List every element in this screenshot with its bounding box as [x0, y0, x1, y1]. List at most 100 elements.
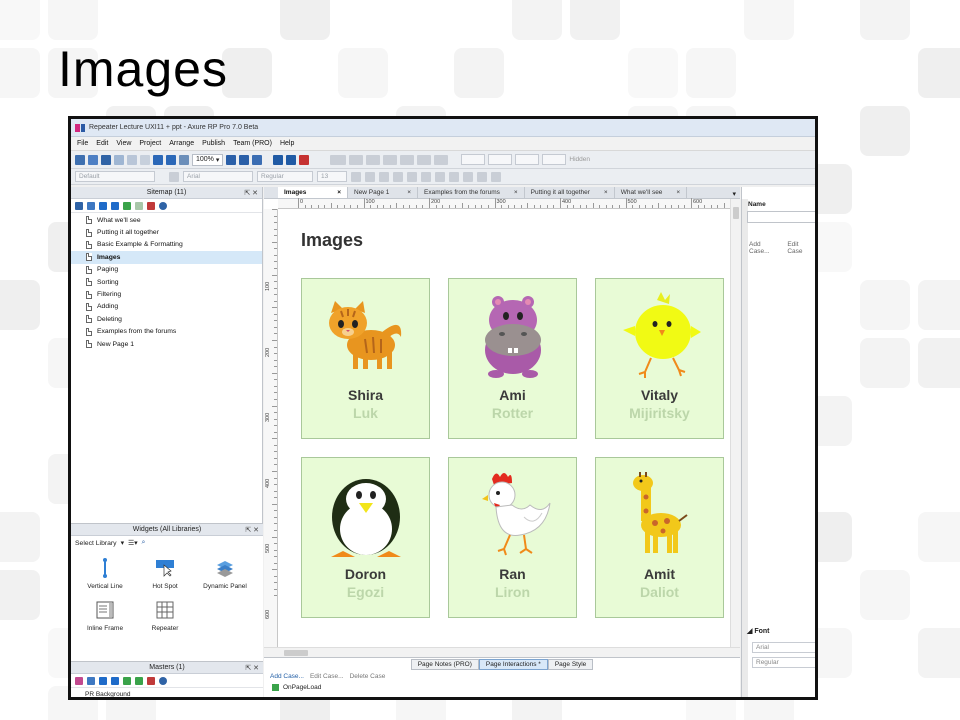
size-select[interactable]: 13 — [317, 171, 347, 182]
tab-list-icon[interactable]: ▾ — [732, 190, 740, 198]
width-field[interactable] — [515, 154, 540, 165]
add-page-icon[interactable] — [75, 201, 83, 210]
add-case-link[interactable]: Add Case... — [749, 241, 782, 255]
menu-item-publish[interactable]: Publish — [202, 140, 225, 147]
add-folder-icon[interactable] — [87, 201, 95, 210]
menu-item-arrange[interactable]: Arrange — [169, 140, 194, 147]
close-icon[interactable]: × — [407, 189, 411, 196]
widget-hot-spot[interactable]: Hot Spot — [135, 558, 195, 590]
properties-tab-page-style[interactable]: Page Style — [547, 659, 594, 670]
close-icon[interactable]: × — [514, 189, 518, 196]
search-icon[interactable] — [159, 201, 167, 210]
menu-item-file[interactable]: File — [77, 140, 88, 147]
menu-item-view[interactable]: View — [116, 140, 131, 147]
align-icon[interactable] — [417, 154, 432, 165]
sitemap-item[interactable]: What we'll see — [71, 214, 262, 226]
sitemap-item[interactable]: Putting it all together — [71, 226, 262, 238]
person-card[interactable]: Doron Egozi — [301, 457, 430, 618]
style-select[interactable]: Default — [75, 171, 155, 182]
style-edit-icon[interactable] — [169, 171, 179, 182]
master-item[interactable]: PR Background — [71, 688, 263, 697]
connector-icon[interactable] — [252, 154, 263, 165]
font-select[interactable]: Arial — [183, 171, 253, 182]
widget-repeater[interactable]: Repeater — [135, 600, 195, 632]
copy-icon[interactable] — [127, 154, 137, 165]
select-intersected-icon[interactable] — [226, 154, 237, 165]
library-select[interactable]: Select Library ▾ ☰▾ ⌕ — [71, 536, 263, 550]
paste-icon[interactable] — [140, 154, 150, 165]
move-up-icon[interactable] — [99, 676, 107, 685]
sitemap-item[interactable]: Examples from the forums — [71, 326, 262, 338]
undo-icon[interactable] — [153, 154, 163, 165]
delete-case-link[interactable]: Delete Case — [350, 673, 386, 680]
publish-icon[interactable] — [286, 154, 297, 165]
person-card[interactable]: Ran Liron — [448, 457, 577, 618]
valign-bottom-icon[interactable] — [491, 171, 501, 182]
menu-item-edit[interactable]: Edit — [96, 140, 108, 147]
distribute-icon[interactable] — [434, 154, 449, 165]
indent-icon[interactable] — [123, 201, 131, 210]
menu-item-help[interactable]: Help — [280, 140, 294, 147]
indent-icon[interactable] — [123, 676, 131, 685]
x-field[interactable] — [461, 154, 486, 165]
weight-select[interactable]: Regular — [257, 171, 313, 182]
vertical-scrollbar[interactable] — [730, 199, 740, 647]
menu-item-team-pro[interactable]: Team (PRO) — [233, 140, 272, 147]
menu-icon[interactable]: ☰▾ — [128, 539, 138, 547]
widget-inline-frame[interactable]: Inline Frame — [75, 600, 135, 632]
select-contained-icon[interactable] — [239, 154, 250, 165]
valign-middle-icon[interactable] — [477, 171, 487, 182]
valign-top-icon[interactable] — [463, 171, 473, 182]
close-icon[interactable]: × — [676, 189, 680, 196]
cut-icon[interactable] — [114, 154, 124, 165]
sitemap-item[interactable]: Paging — [71, 264, 262, 276]
properties-tab-page-notes-pro[interactable]: Page Notes (PRO) — [410, 659, 479, 670]
redo-icon[interactable] — [166, 154, 176, 165]
line-color-icon[interactable] — [349, 154, 364, 165]
font-color-icon[interactable] — [393, 171, 403, 182]
edit-case-link[interactable]: Edit Case... — [310, 673, 344, 680]
horizontal-scrollbar[interactable] — [264, 647, 740, 657]
line-width-icon[interactable] — [366, 154, 381, 165]
close-icon[interactable]: × — [604, 189, 608, 196]
scroll-thumb[interactable] — [733, 207, 739, 219]
move-down-icon[interactable] — [111, 676, 119, 685]
align-left-icon[interactable] — [421, 171, 431, 182]
event-row[interactable]: OnPageLoad — [264, 682, 740, 692]
design-canvas[interactable]: Images Shira Luk Ami Rotter Vitaly Mijiritsky… — [279, 210, 730, 647]
close-icon[interactable]: × — [337, 189, 341, 196]
properties-tab-page-interactions[interactable]: Page Interactions * — [478, 659, 548, 670]
search-icon[interactable] — [159, 676, 167, 685]
menu-item-project[interactable]: Project — [139, 140, 161, 147]
person-card[interactable]: Ami Rotter — [448, 278, 577, 439]
y-field[interactable] — [488, 154, 513, 165]
delete-master-icon[interactable] — [147, 676, 155, 685]
panel-controls-icon[interactable]: ⇱ ✕ — [244, 189, 258, 197]
font-section-header[interactable]: ◢ Font — [747, 627, 770, 635]
sitemap-item[interactable]: Filtering — [71, 288, 262, 300]
font-weight-select[interactable]: Regular — [752, 657, 815, 668]
tab-images[interactable]: Images × — [278, 187, 348, 198]
bold-icon[interactable] — [351, 171, 361, 182]
search-icon[interactable]: ⌕ — [142, 539, 146, 547]
height-field[interactable] — [542, 154, 567, 165]
tab-examples-from-the-forums[interactable]: Examples from the forums × — [418, 187, 525, 198]
inspector-scrollbar[interactable] — [742, 199, 748, 697]
person-card[interactable]: Shira Luk — [301, 278, 430, 439]
add-folder-icon[interactable] — [87, 676, 95, 685]
preview-icon[interactable] — [273, 154, 284, 165]
delete-page-icon[interactable] — [147, 201, 155, 210]
fill-color-icon[interactable] — [330, 154, 347, 165]
panel-controls-icon[interactable]: ⇱ ✕ — [245, 526, 259, 534]
sitemap-item[interactable]: Adding — [71, 301, 262, 313]
outdent-icon[interactable] — [135, 676, 143, 685]
name-input[interactable] — [747, 211, 815, 223]
widget-vertical-line[interactable]: Vertical Line — [75, 558, 135, 590]
italic-icon[interactable] — [365, 171, 375, 182]
widget-dynamic-panel[interactable]: Dynamic Panel — [195, 558, 255, 590]
underline-icon[interactable] — [379, 171, 389, 182]
arrow-style-icon[interactable] — [400, 154, 415, 165]
align-right-icon[interactable] — [449, 171, 459, 182]
person-card[interactable]: Amit Daliot — [595, 457, 724, 618]
tab-putting-it-all-together[interactable]: Putting it all together × — [525, 187, 615, 198]
